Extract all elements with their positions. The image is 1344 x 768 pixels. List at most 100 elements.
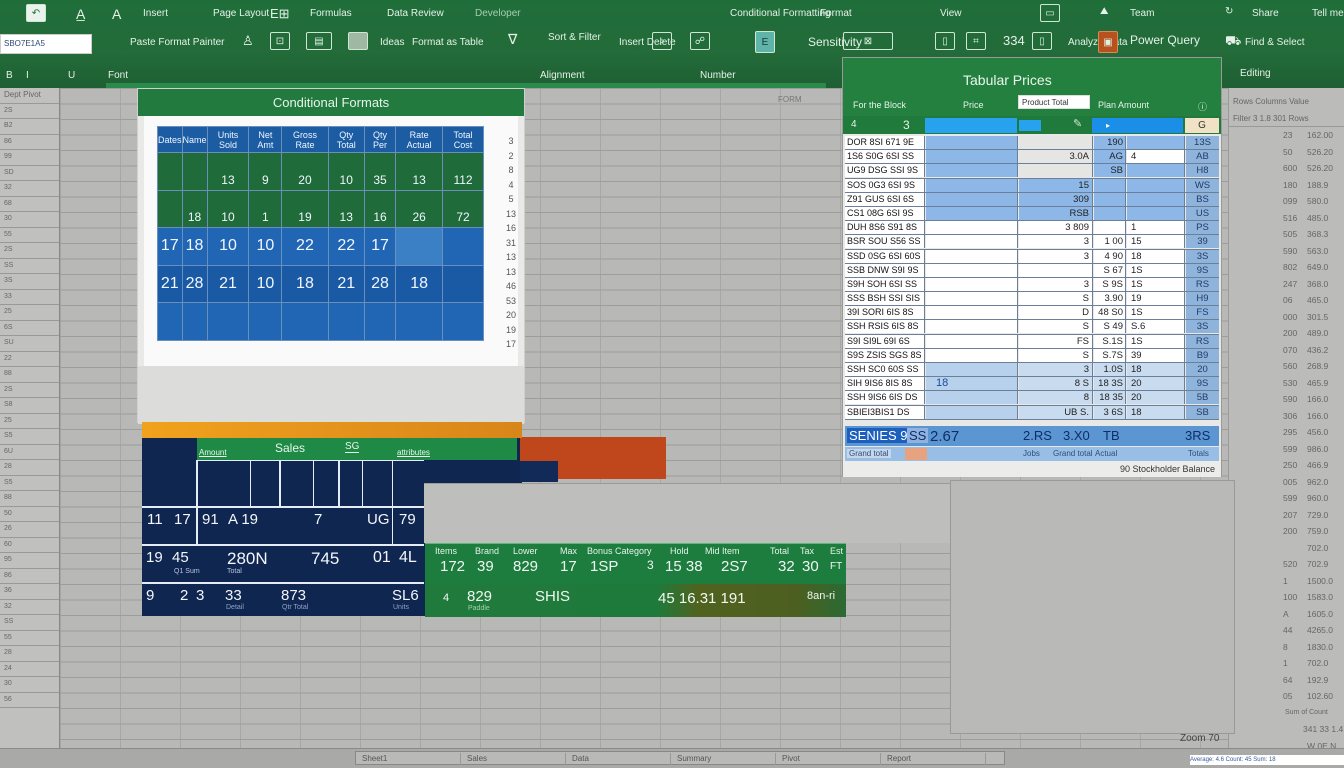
pivot-row[interactable]: 22 [0,352,59,367]
table-row[interactable]: SSD 0SG 6SI 60S 3 4 90 18 3S [845,249,1219,264]
tab-data-review[interactable]: Data Review [387,8,444,19]
cell[interactable]: 3 [196,587,204,604]
pivot-row[interactable]: 599 960.0 [1283,490,1344,507]
pivot-row[interactable]: B2 [0,119,59,135]
pivot-row[interactable]: 06 465.0 [1283,292,1344,309]
table-cell[interactable]: 112 [442,152,484,191]
cell[interactable]: SL6 [392,587,419,604]
column-header[interactable]: Qty Total [327,126,365,153]
ideas-button[interactable]: Ideas [380,37,404,48]
table-cell[interactable]: 1S [1127,277,1185,291]
table-cell[interactable]: S 67 [1094,263,1126,277]
fill-color-icon[interactable]: A [112,6,121,22]
pivot-row[interactable]: 505 368.3 [1283,226,1344,243]
table-cell[interactable] [281,302,329,341]
pivot-row[interactable]: 56 [0,693,59,708]
row-label[interactable]: S9H SOH 6SI SS [845,277,925,291]
pivot-row[interactable]: 530 465.9 [1283,375,1344,392]
row-label[interactable]: SSS BSH SSI SIS [845,292,925,306]
table-cell[interactable]: 15 [1127,235,1185,249]
table-cell[interactable]: 8 S [1019,377,1093,391]
table-cell[interactable]: 20 [281,152,329,191]
sheet-tab[interactable]: Sales [461,753,566,765]
table-cell[interactable]: 3 809 [1019,221,1093,235]
table-cell[interactable] [442,302,484,341]
sheet-tab[interactable]: Sheet1 [356,753,461,765]
table-cell[interactable]: 1S [1127,263,1185,277]
table-cell[interactable] [1094,221,1126,235]
pivot-row[interactable]: 23 162.00 [1283,127,1344,144]
pivot-row[interactable]: 30 [0,677,59,693]
table-row[interactable]: SSS BSH SSI SIS S 3.90 19 H9 [845,292,1219,307]
pivot-row[interactable]: 55 [0,228,59,243]
table-row[interactable]: SSB DNW S9I 9S S 67 1S 9S [845,263,1219,278]
bold-button[interactable]: B [6,70,13,81]
table-icon[interactable]: E⊞ [270,6,290,22]
chart-insert-icon[interactable]: ⌗ [966,32,986,50]
table-cell[interactable]: RSB [1019,206,1093,220]
paste-button[interactable]: Paste Format Painter [130,37,224,48]
table-cell[interactable]: 10 [248,264,283,304]
pivot-row[interactable]: 8 1830.0 [1283,639,1344,656]
pivot-row[interactable]: 2S [0,243,59,259]
table-row[interactable]: SBIEI3BIS1 DS UB S. 3 6S 18 SB [845,405,1219,420]
pivot-row[interactable]: SS [0,615,59,631]
table-cell[interactable]: SB [1186,405,1219,419]
sheet-tab[interactable]: Data [566,753,671,765]
sheet-icon[interactable]: ▯ [935,32,955,50]
pivot-row[interactable]: S8 [0,398,59,414]
column-header[interactable]: Price [963,100,984,110]
analyze-icon[interactable]: ⊠ [843,32,893,50]
pivot-row[interactable]: 600 526.20 [1283,160,1344,177]
row-label[interactable]: S9S ZSIS SGS 8S [845,348,925,362]
table-cell[interactable]: 10 [327,152,365,191]
insert-cells-icon[interactable] [348,32,368,50]
table-cell[interactable] [926,192,1018,206]
table-cell[interactable]: 18 [1127,249,1185,263]
table-cell[interactable]: S [1019,320,1093,334]
dropdown-button[interactable] [1019,120,1041,131]
table-cell[interactable] [926,263,1018,277]
pivot-row[interactable]: 2S [0,104,59,119]
table-cell[interactable]: 39 [1186,235,1219,249]
table-cell[interactable]: D [1019,306,1093,320]
table-cell[interactable]: 20 [1127,377,1185,391]
table-row[interactable]: S9H SOH 6SI SS 3 S 9S 1S RS [845,277,1219,293]
pivot-row[interactable]: 2S [0,383,59,398]
pivot-row[interactable]: 86 [0,569,59,584]
pivot-row[interactable]: 24 [0,662,59,677]
pivot-row[interactable]: 36 [0,584,59,600]
table-cell[interactable]: 309 [1019,192,1093,206]
pivot-row[interactable]: 3S [0,274,59,290]
table-cell[interactable] [1127,206,1185,220]
table-cell[interactable]: 22 [327,227,365,266]
row-label[interactable]: SOS 0G3 6SI 9S [845,178,925,192]
table-cell[interactable]: 18 [281,264,329,304]
table-cell[interactable] [926,164,1018,178]
format-table-button[interactable]: Format as Table [412,37,484,48]
table-cell[interactable] [926,235,1018,249]
table-cell[interactable]: 3 [1019,363,1093,376]
chart-icon[interactable]: ▭ [1040,4,1060,22]
table-cell[interactable]: RS [1186,277,1219,291]
pivot-row[interactable]: 599 986.0 [1283,441,1344,458]
page-icon[interactable]: ▯ [1032,32,1052,50]
cell[interactable]: 79 [399,511,416,528]
table-cell[interactable]: 18 [181,189,208,229]
table-row[interactable]: SOS 0G3 6SI 9S 15 WS [845,178,1219,193]
table-cell[interactable]: SB [1094,164,1126,178]
table-cell[interactable]: BS [1186,192,1219,206]
table-cell[interactable]: PS [1186,221,1219,235]
table-cell[interactable] [926,292,1018,306]
pivot-row[interactable]: 590 166.0 [1283,391,1344,408]
table-cell[interactable]: S.7S [1094,348,1126,362]
table-row[interactable]: S9S ZSIS SGS 8S S S.7S 39 B9 [845,348,1219,363]
table-cell[interactable] [327,302,365,341]
pivot-row[interactable]: 30 [0,212,59,228]
table-cell[interactable] [1127,192,1185,206]
table-cell[interactable]: 1S [1127,334,1185,348]
table-cell[interactable]: 18 [181,227,208,266]
table-row[interactable]: SSH 9IS6 6IS DS 8 18 35 20 5B [845,391,1219,406]
column-header[interactable]: Gross Rate [281,126,329,153]
tab-team[interactable]: Team [1130,8,1154,19]
